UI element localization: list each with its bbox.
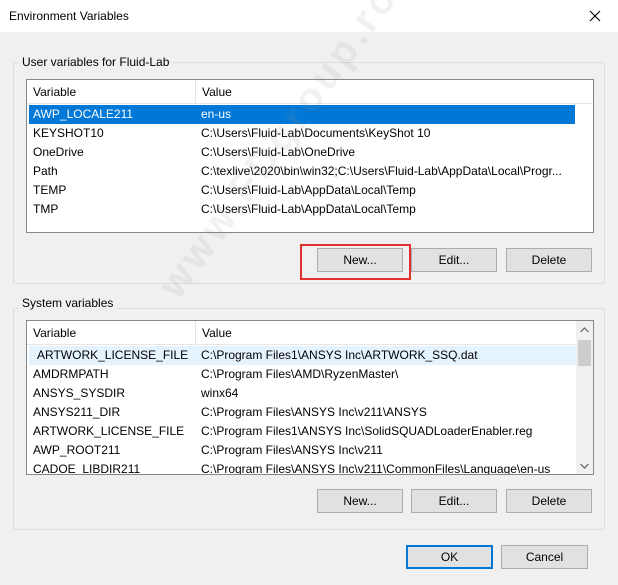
system-list-header: Variable Value	[27, 321, 576, 345]
system-variables-label: System variables	[19, 296, 117, 310]
variable-name: AWP_LOCALE211	[33, 107, 134, 121]
list-item[interactable]: AWP_LOCALE211 en-us	[29, 105, 575, 124]
variable-value: C:\Users\Fluid-Lab\OneDrive	[201, 145, 356, 159]
list-item[interactable]: TMP C:\Users\Fluid-Lab\AppData\Local\Tem…	[29, 200, 575, 219]
column-header-value[interactable]: Value	[196, 321, 575, 345]
column-header-value[interactable]: Value	[196, 80, 592, 104]
variable-name: Path	[33, 164, 58, 178]
scroll-down-button[interactable]	[576, 457, 593, 474]
system-delete-button[interactable]: Delete	[506, 489, 592, 513]
window-title: Environment Variables	[9, 9, 129, 23]
list-item[interactable]: TEMP C:\Users\Fluid-Lab\AppData\Local\Te…	[29, 181, 575, 200]
variable-name: CADOE_LIBDIR211	[33, 462, 141, 475]
annotation-highlight-box	[300, 244, 411, 280]
variable-value: C:\Program Files\ANSYS Inc\v211\CommonFi…	[201, 462, 551, 475]
variable-name: ARTWORK_LICENSE_FILE	[33, 424, 185, 438]
close-icon	[589, 10, 601, 22]
column-header-variable[interactable]: Variable	[27, 80, 196, 104]
variable-value: C:\Users\Fluid-Lab\AppData\Local\Temp	[201, 183, 416, 197]
variable-name: KEYSHOT10	[33, 126, 104, 140]
variable-value: C:\Program Files\ANSYS Inc\v211	[201, 443, 383, 457]
variable-value: winx64	[201, 386, 239, 400]
variable-name: TEMP	[33, 183, 67, 197]
column-header-variable[interactable]: Variable	[27, 321, 196, 345]
cancel-button[interactable]: Cancel	[501, 545, 588, 569]
variable-name: AMDRMPATH	[33, 367, 109, 381]
close-button[interactable]	[572, 0, 618, 32]
variable-value: C:\Users\Fluid-Lab\Documents\KeyShot 10	[201, 126, 431, 140]
table-row[interactable]: AMDRMPATH C:\Program Files\AMD\RyzenMast…	[29, 365, 576, 384]
user-delete-button[interactable]: Delete	[506, 248, 592, 272]
ok-button[interactable]: OK	[406, 545, 493, 569]
variable-name: AWP_ROOT211	[33, 443, 121, 457]
chevron-down-icon	[580, 463, 589, 469]
table-row[interactable]: ANSYS211_DIR C:\Program Files\ANSYS Inc\…	[29, 403, 576, 422]
variable-value: C:\Users\Fluid-Lab\AppData\Local\Temp	[201, 202, 416, 216]
system-new-button[interactable]: New...	[317, 489, 403, 513]
list-item[interactable]: OneDrive C:\Users\Fluid-Lab\OneDrive	[29, 143, 575, 162]
list-item[interactable]: KEYSHOT10 C:\Users\Fluid-Lab\Documents\K…	[29, 124, 575, 143]
system-edit-button[interactable]: Edit...	[411, 489, 497, 513]
scroll-thumb[interactable]	[578, 340, 591, 366]
table-row[interactable]: CADOE_LIBDIR211 C:\Program Files\ANSYS I…	[29, 460, 576, 475]
variable-value: C:\Program Files\AMD\RyzenMaster\	[201, 367, 399, 381]
user-edit-button[interactable]: Edit...	[411, 248, 497, 272]
variable-value: C:\texlive\2020\bin\win32;C:\Users\Fluid…	[201, 164, 562, 178]
user-variables-label: User variables for Fluid-Lab	[19, 55, 173, 69]
title-bar: Environment Variables	[0, 0, 618, 32]
variable-name: ANSYS_SYSDIR	[33, 386, 126, 400]
variable-value: C:\Program Files1\ANSYS Inc\ARTWORK_SSQ.…	[201, 348, 478, 362]
chevron-up-icon	[580, 326, 589, 332]
scroll-up-button[interactable]	[576, 321, 593, 338]
list-item[interactable]: Path C:\texlive\2020\bin\win32;C:\Users\…	[29, 162, 575, 181]
vertical-scrollbar[interactable]	[576, 321, 593, 474]
variable-name: OneDrive	[33, 145, 84, 159]
variable-value: C:\Program Files\ANSYS Inc\v211\ANSYS	[201, 405, 427, 419]
variable-name: ANSYS211_DIR	[33, 405, 121, 419]
user-list-header: Variable Value	[27, 80, 593, 104]
system-variables-list[interactable]: Variable Value ARTWORK_LICENSE_FILE C:\P…	[26, 320, 594, 475]
table-row[interactable]: ARTWORK_LICENSE_FILE C:\Program Files1\A…	[29, 422, 576, 441]
user-variables-list[interactable]: Variable Value AWP_LOCALE211 en-us KEYSH…	[26, 79, 594, 233]
table-row[interactable]: ARTWORK_LICENSE_FILE C:\Program Files1\A…	[29, 346, 576, 365]
variable-value: en-us	[201, 107, 232, 121]
variable-name: TMP	[33, 202, 59, 216]
variable-name: ARTWORK_LICENSE_FILE	[37, 348, 189, 362]
variable-value: C:\Program Files1\ANSYS Inc\SolidSQUADLo…	[201, 424, 533, 438]
table-row[interactable]: ANSYS_SYSDIR winx64	[29, 384, 576, 403]
table-row[interactable]: AWP_ROOT211 C:\Program Files\ANSYS Inc\v…	[29, 441, 576, 460]
